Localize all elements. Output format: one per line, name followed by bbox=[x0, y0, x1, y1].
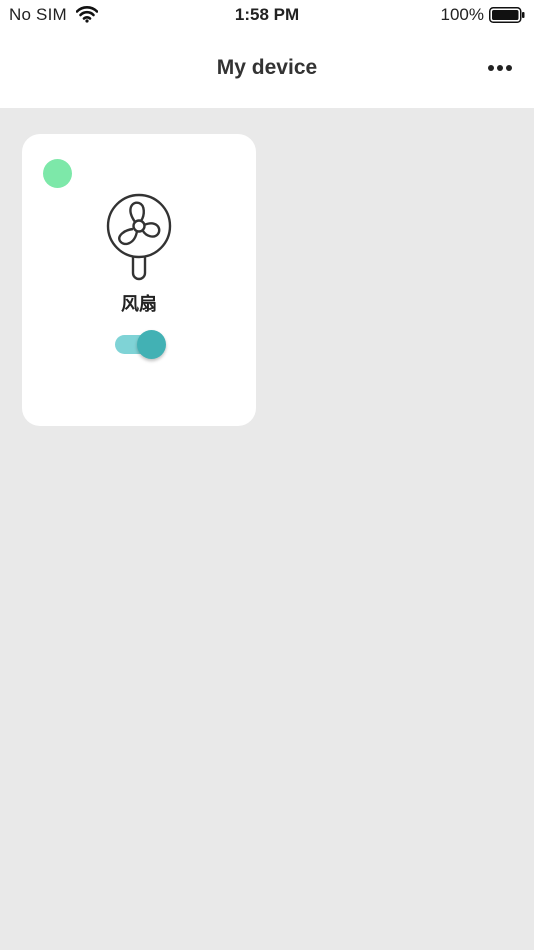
more-options-icon[interactable] bbox=[486, 58, 514, 78]
power-toggle[interactable] bbox=[115, 330, 169, 362]
status-bar: No SIM 1:58 PM 100% bbox=[0, 0, 534, 32]
battery-full-icon bbox=[489, 7, 525, 23]
online-status-indicator bbox=[43, 159, 72, 188]
header-area: No SIM 1:58 PM 100% My device bbox=[0, 0, 534, 108]
fan-icon bbox=[106, 193, 172, 281]
toggle-knob[interactable] bbox=[137, 330, 166, 359]
navigation-bar: My device bbox=[0, 32, 534, 108]
battery-percent: 100% bbox=[440, 5, 484, 24]
device-card[interactable]: 风扇 bbox=[22, 134, 256, 426]
page-title: My device bbox=[216, 56, 318, 79]
device-name: 风扇 bbox=[121, 294, 157, 314]
